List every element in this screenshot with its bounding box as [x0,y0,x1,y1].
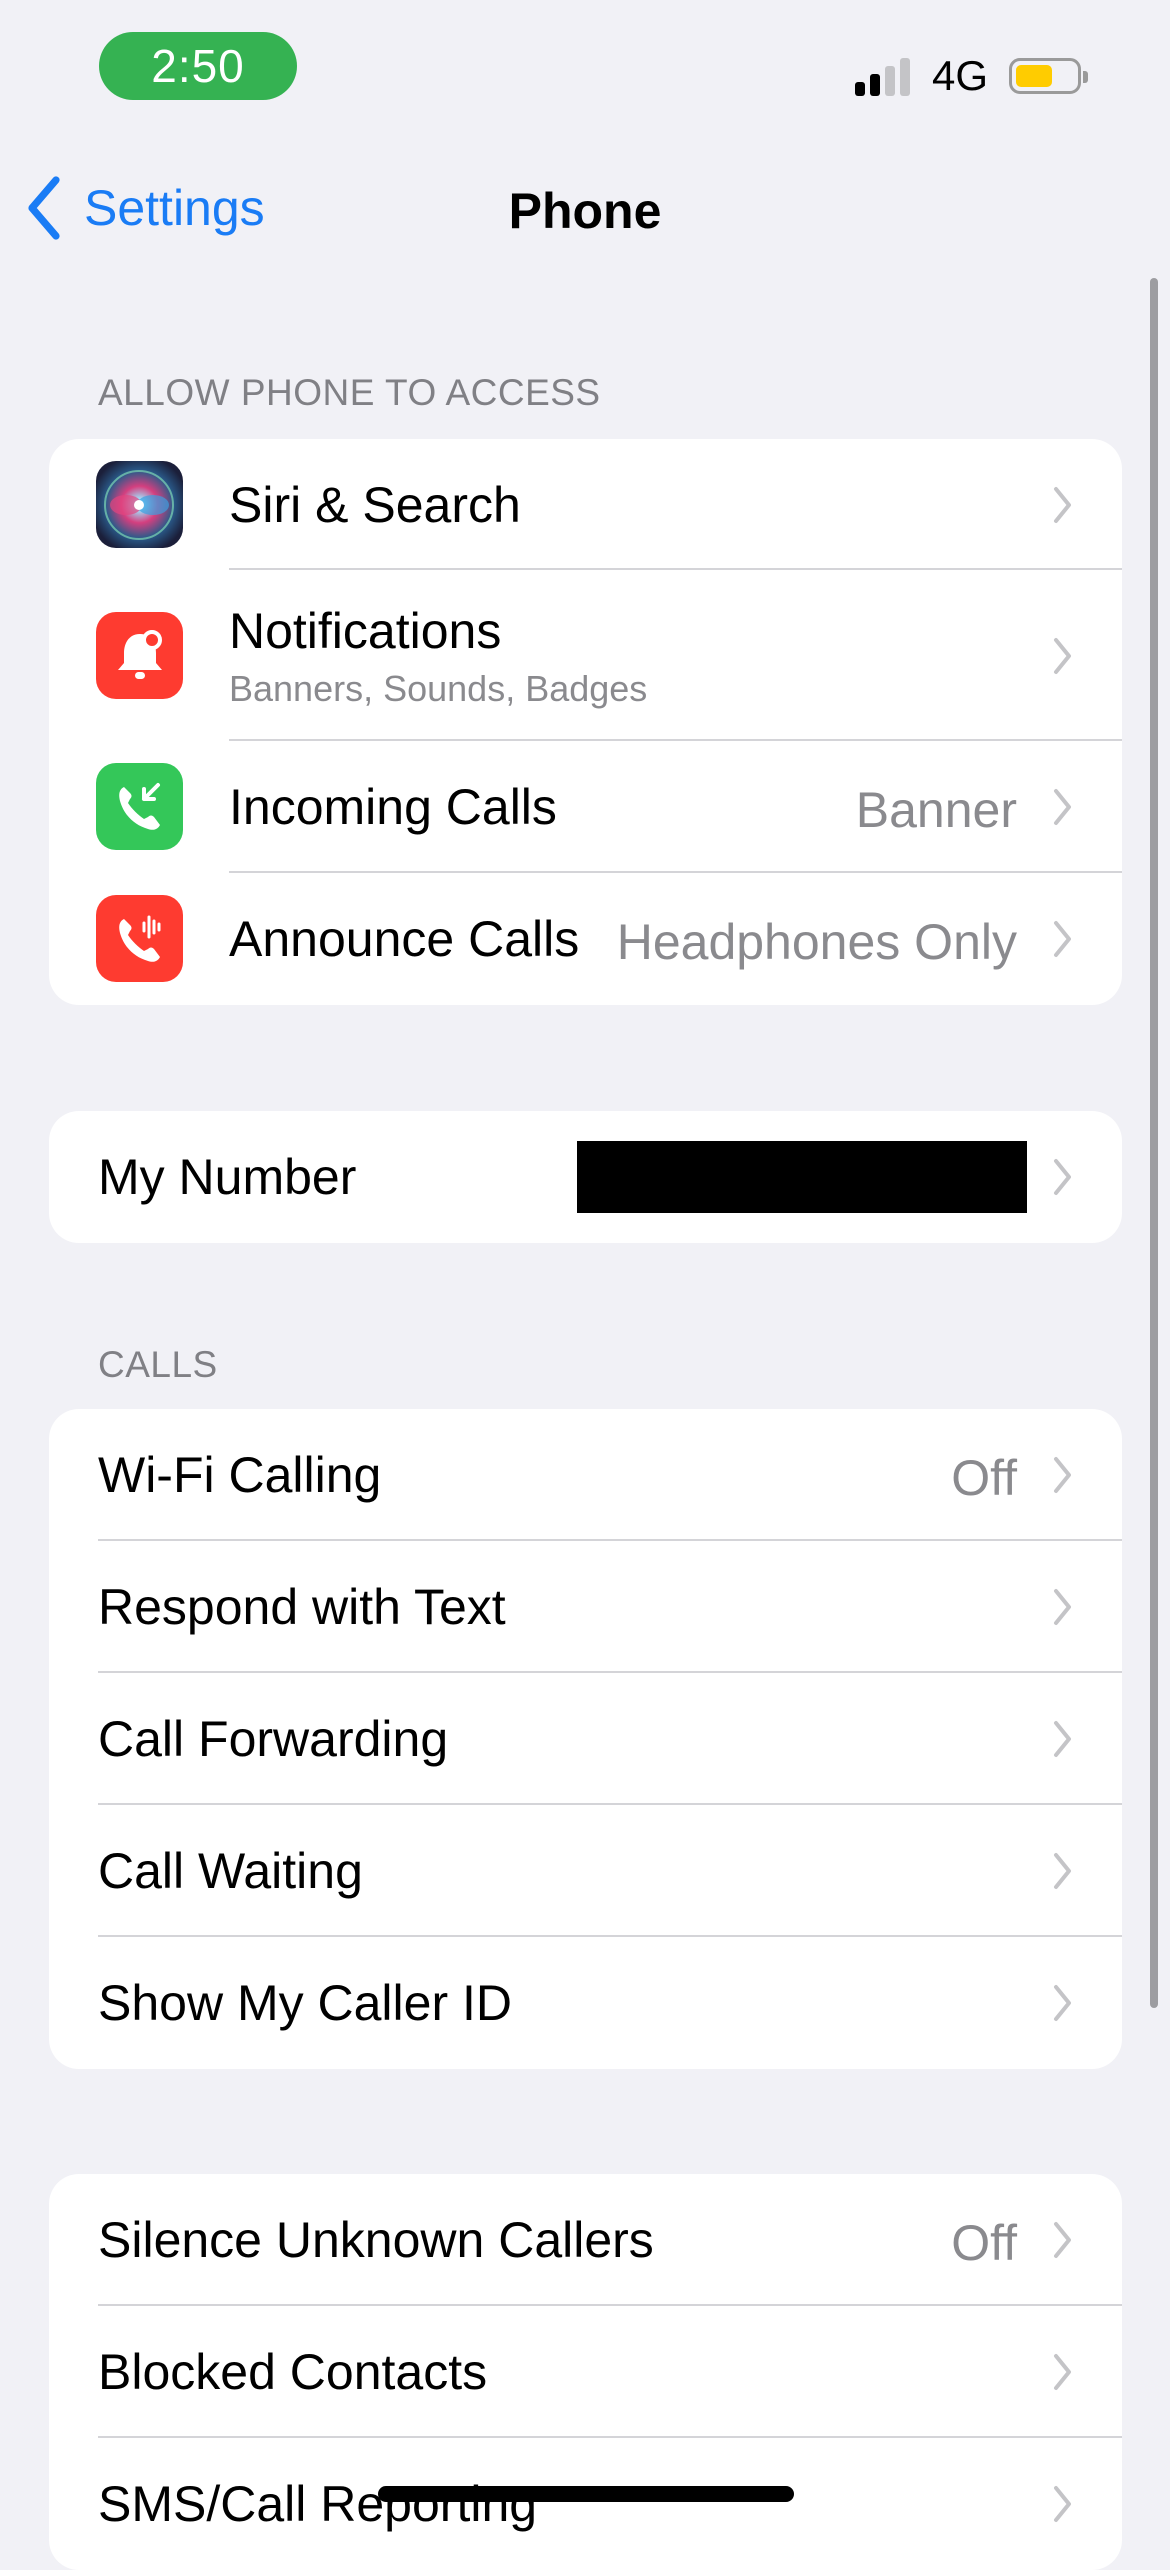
chevron-right-icon [1054,1159,1071,1195]
row-call-waiting[interactable]: Call Waiting [49,1805,1122,1937]
row-label: Blocked Contacts [98,2344,488,2400]
group-blocking: Silence Unknown Callers Off Blocked Cont… [49,2174,1122,2570]
row-wifi-calling[interactable]: Wi-Fi Calling Off [49,1409,1122,1541]
chevron-right-icon [1054,1589,1071,1625]
network-type: 4G [932,52,989,99]
chevron-right-icon [1054,1721,1071,1757]
chevron-right-icon [1054,2486,1071,2522]
chevron-right-icon [1054,2222,1071,2258]
row-blocked-contacts[interactable]: Blocked Contacts [49,2306,1122,2438]
group-allow-access: Siri & Search Notifications Banners, Sou… [49,439,1122,1005]
battery-icon [1009,58,1088,94]
row-value: Off [951,2215,1017,2271]
chevron-right-icon [1054,1853,1071,1889]
status-bar: 2:50 4G [0,0,1170,120]
row-siri-search[interactable]: Siri & Search [49,439,1122,570]
group-my-number: My Number [49,1111,1122,1243]
row-label: Silence Unknown Callers [98,2212,654,2268]
status-time: 2:50 [151,40,245,92]
chevron-right-icon [1054,2354,1071,2390]
section-header-allow-access: ALLOW PHONE TO ACCESS [98,372,601,413]
chevron-right-icon [1054,789,1071,825]
row-label: Show My Caller ID [98,1975,512,2031]
incoming-call-icon [96,763,183,850]
row-label: Siri & Search [229,476,521,533]
chevron-right-icon [1054,1457,1071,1493]
redacted-phone-number [577,1141,1027,1213]
group-calls: Wi-Fi Calling Off Respond with Text Call… [49,1409,1122,2069]
row-label: Respond with Text [98,1579,506,1635]
home-indicator[interactable] [378,2486,794,2502]
row-my-number[interactable]: My Number [49,1111,1122,1243]
row-value: Banner [855,782,1017,838]
row-label: My Number [98,1149,357,1205]
cellular-signal-icon [855,58,915,96]
page-title: Phone [508,183,662,239]
section-header-calls: CALLS [98,1344,218,1385]
chevron-right-icon [1054,487,1071,523]
row-respond-with-text[interactable]: Respond with Text [49,1541,1122,1673]
row-sublabel: Banners, Sounds, Badges [229,667,648,709]
row-value: Headphones Only [616,914,1017,970]
row-call-forwarding[interactable]: Call Forwarding [49,1673,1122,1805]
status-time-pill[interactable]: 2:50 [99,32,297,100]
chevron-right-icon [1054,921,1071,957]
row-label: Call Forwarding [98,1711,449,1767]
row-label: Call Waiting [98,1843,363,1899]
row-label: SMS/Call Reporting [98,2476,538,2532]
navigation-bar: Settings Phone [0,160,1170,260]
row-label: Announce Calls [229,911,580,967]
scrollbar[interactable] [1150,278,1158,2008]
notifications-bell-icon [96,612,183,699]
siri-icon [96,461,183,548]
row-notifications[interactable]: Notifications Banners, Sounds, Badges [49,570,1122,741]
row-value: Off [951,1450,1017,1506]
row-show-my-caller-id[interactable]: Show My Caller ID [49,1937,1122,2069]
chevron-right-icon [1054,638,1071,674]
row-label: Notifications [229,602,502,659]
announce-calls-icon [96,895,183,982]
row-sms-call-reporting[interactable]: SMS/Call Reporting [49,2438,1122,2570]
row-announce-calls[interactable]: Announce Calls Headphones Only [49,873,1122,1005]
row-label: Incoming Calls [229,779,557,835]
chevron-right-icon [1054,1985,1071,2021]
row-label: Wi-Fi Calling [98,1447,382,1503]
row-incoming-calls[interactable]: Incoming Calls Banner [49,741,1122,873]
row-silence-unknown-callers[interactable]: Silence Unknown Callers Off [49,2174,1122,2306]
